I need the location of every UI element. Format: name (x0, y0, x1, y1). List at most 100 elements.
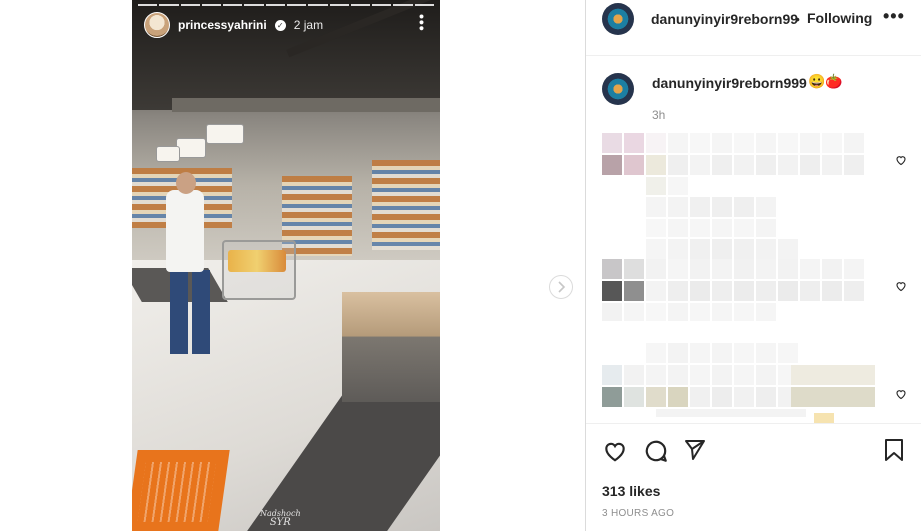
story-username[interactable]: princessyahrini (178, 18, 267, 32)
censored-comment-pixel (800, 281, 820, 301)
censored-comment-pixel (668, 259, 688, 279)
header-username[interactable]: danunyinyir9reborn99 (651, 11, 798, 27)
censored-comment-pixel (712, 387, 732, 407)
caption-time: 3h (652, 108, 666, 122)
censored-comment-pixel (734, 219, 754, 237)
censored-comment-pixel (646, 239, 666, 259)
comment-like-icon[interactable] (895, 280, 907, 292)
censored-comment-pixel (800, 155, 820, 175)
next-button[interactable] (549, 275, 573, 299)
comment-like-icon[interactable] (895, 388, 907, 400)
post-actions (586, 438, 921, 468)
watermark: Nadshoch SYR (260, 509, 301, 528)
progress-segment (223, 4, 243, 6)
header-separator: • (795, 11, 800, 27)
censored-comment-pixel (778, 155, 798, 175)
censored-comment-pixel (624, 133, 644, 153)
comment-icon[interactable] (643, 438, 669, 464)
progress-segment (201, 4, 222, 6)
censored-comment-pixel (690, 197, 710, 217)
censored-comment-pixel (734, 239, 754, 259)
censored-comment-pixel (668, 343, 688, 363)
censored-comment-pixel (690, 155, 710, 175)
scene-person-legs (170, 270, 210, 354)
censored-comment-pixel (602, 365, 622, 385)
watermark-line2: SYR (269, 517, 291, 528)
scene-counter (342, 292, 440, 402)
censored-comment-pixel (646, 177, 666, 195)
censored-comment-pixel (712, 343, 732, 363)
censored-comment-pixel (778, 259, 798, 279)
censored-comment-pixel (690, 281, 710, 301)
verified-icon: ✓ (274, 19, 286, 31)
scene-person-head (176, 172, 196, 194)
post-panel: danunyinyir9reborn99 • Following ••• dan… (585, 0, 921, 531)
progress-segment (414, 4, 434, 6)
censored-comment-pixel (734, 133, 754, 153)
censored-comment-pixel (690, 303, 710, 321)
censored-comment-pixel (646, 387, 666, 407)
likes-count[interactable]: 313 likes (602, 483, 660, 499)
scene-cart-items (228, 250, 286, 272)
censored-comment-pixel (624, 281, 644, 301)
censored-comment-pixel (756, 197, 776, 217)
censored-comment-pixel (734, 259, 754, 279)
scene-beam (172, 98, 440, 112)
censored-comment-pixel (778, 133, 798, 153)
censored-comment-pixel (646, 155, 666, 175)
censored-comment-pixel (734, 365, 754, 385)
heart-icon[interactable] (602, 438, 628, 464)
progress-segment (159, 4, 179, 6)
censored-comment-pixel (646, 281, 666, 301)
censored-comment-pixel (602, 387, 622, 407)
censored-comment-pixel (602, 133, 622, 153)
censored-comment-pixel (668, 219, 688, 237)
censored-comment-pixel (602, 259, 622, 279)
censored-comment-pixel (712, 365, 732, 385)
censored-comment-pixel (712, 281, 732, 301)
story-progress-bar (138, 4, 434, 6)
story-video[interactable]: princessyahrini ✓ 2 jam ••• Nadshoch SYR (132, 0, 440, 531)
censored-comment-pixel (756, 259, 776, 279)
chevron-right-icon (558, 281, 566, 293)
censored-comment-pixel (624, 155, 644, 175)
censored-comment-pixel (690, 259, 710, 279)
censored-comment-pixel (734, 387, 754, 407)
progress-segment (350, 4, 371, 6)
scene-basket (132, 450, 230, 531)
censored-comment-pixel (668, 239, 688, 259)
story-more-icon[interactable]: ••• (414, 14, 430, 32)
censored-comment-pixel (756, 343, 776, 363)
censored-comment-pixel (756, 239, 776, 259)
following-button[interactable]: Following (807, 10, 872, 26)
censored-comment-pixel (822, 259, 842, 279)
censored-comment-pixel (624, 387, 644, 407)
progress-segment (329, 4, 349, 6)
censored-comment-pixel (668, 197, 688, 217)
censored-comment-pixel (668, 387, 688, 407)
comment-like-icon[interactable] (895, 154, 907, 166)
censored-comment-pixel (690, 239, 710, 259)
more-options-icon[interactable]: ••• (883, 6, 905, 27)
bookmark-icon[interactable] (883, 438, 905, 462)
censored-comment-pixel (712, 219, 732, 237)
censored-comment-pixel (624, 365, 644, 385)
share-icon[interactable] (683, 438, 707, 462)
censored-comment-pixel (844, 259, 864, 279)
censored-comment-pixel (712, 303, 732, 321)
censored-comment-pixel (756, 303, 776, 321)
censored-comment-pixel (656, 409, 806, 417)
caption-username[interactable]: danunyinyir9reborn999 (652, 75, 807, 91)
censored-comment-pixel (646, 259, 666, 279)
censored-comment-pixel (712, 197, 732, 217)
censored-comment-pixel (646, 343, 666, 363)
progress-segment (138, 4, 158, 6)
caption-avatar[interactable] (602, 73, 634, 105)
avatar[interactable] (602, 3, 634, 35)
post-timestamp: 3 HOURS AGO (602, 508, 675, 519)
story-avatar[interactable] (144, 12, 170, 38)
divider (586, 423, 921, 424)
censored-comment-pixel (712, 133, 732, 153)
censored-comment-pixel (646, 197, 666, 217)
censored-comment-pixel (734, 197, 754, 217)
